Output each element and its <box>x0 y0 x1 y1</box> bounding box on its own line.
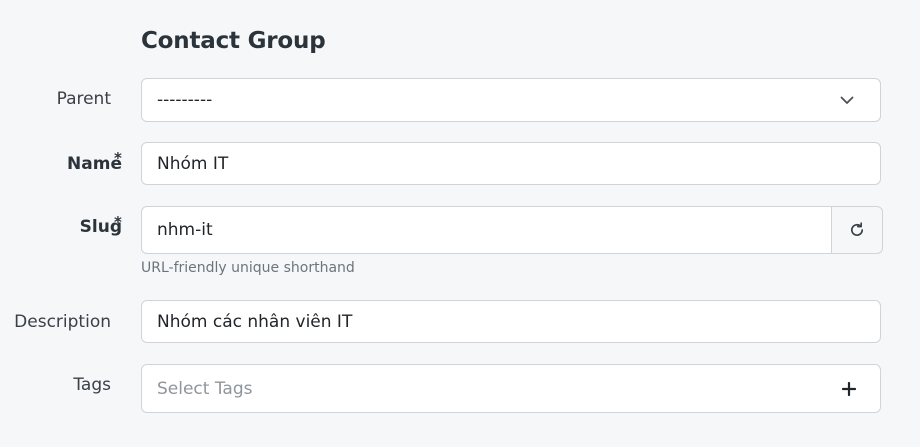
parent-label: Parent <box>56 89 111 109</box>
slug-input[interactable]: nhm-it <box>141 206 832 254</box>
description-input[interactable]: Nhóm các nhân viên IT <box>141 300 881 343</box>
refresh-icon <box>851 222 864 236</box>
plus-icon[interactable] <box>842 381 856 396</box>
slug-input-value: nhm-it <box>157 220 213 240</box>
slug-help-text: URL-friendly unique shorthand <box>141 260 355 276</box>
name-input-value: Nhóm IT <box>157 153 229 174</box>
tags-label: Tags <box>73 375 111 395</box>
description-input-value: Nhóm các nhân viên IT <box>157 311 353 332</box>
parent-select[interactable]: --------- <box>141 78 881 122</box>
regenerate-slug-button[interactable] <box>831 206 883 254</box>
description-label: Description <box>14 312 111 332</box>
tags-select[interactable]: Select Tags <box>141 364 881 413</box>
name-input[interactable]: Nhóm IT <box>141 142 881 185</box>
parent-select-value: --------- <box>157 90 213 110</box>
tags-placeholder: Select Tags <box>157 378 253 399</box>
chevron-down-icon <box>840 96 854 104</box>
form-title: Contact Group <box>141 28 326 54</box>
name-required-mark: * <box>114 149 122 167</box>
slug-required-mark: * <box>114 213 122 231</box>
